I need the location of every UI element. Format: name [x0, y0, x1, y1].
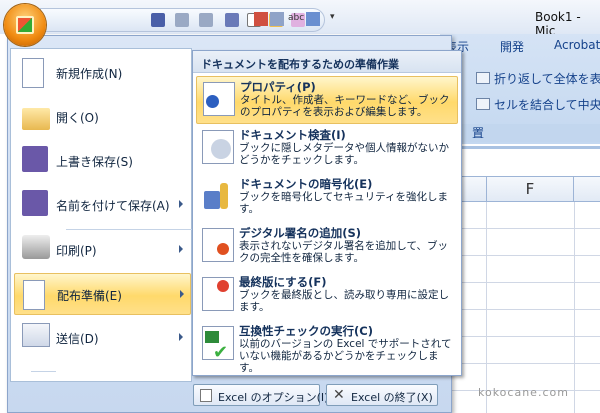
menu-item-label: 配布準備(E)	[57, 289, 122, 303]
sort-icon[interactable]	[306, 12, 320, 26]
submenu-arrow-icon	[179, 333, 183, 341]
submenu-item-encrypt[interactable]: ドキュメントの暗号化(E) ブックを暗号化してセキュリティを強化します。	[196, 174, 458, 222]
watermark: kokocane.com	[478, 386, 569, 399]
open-folder-icon	[22, 108, 50, 130]
tab-developer[interactable]: 開発	[500, 38, 524, 55]
submenu-item-desc: ブックを暗号化してセキュリティを強化します。	[239, 191, 449, 215]
submenu-item-mark-final[interactable]: 最終版にする(F) ブックを最終版とし、読み取り専用に設定します。	[196, 272, 458, 320]
submenu-item-properties[interactable]: プロパティ(P) タイトル、作成者、キーワードなど、ブックのプロパティを表示および…	[196, 76, 458, 124]
submenu-item-desc: 表示されないデジタル署名を追加して、ブックの完全性を確保します。	[239, 240, 448, 264]
column-header-f[interactable]: F	[486, 176, 574, 202]
submenu-item-compatibility[interactable]: ✔ 互換性チェックの実行(C) 以前のバージョンの Excel でサポートされていな…	[196, 321, 458, 374]
submenu-item-title: 最終版にする(F)	[239, 275, 327, 289]
send-icon	[22, 323, 50, 347]
digital-signature-icon	[202, 228, 234, 262]
options-icon	[200, 389, 212, 402]
menu-item-label: 上書き保存(S)	[56, 155, 133, 169]
office-menu-commands: 新規作成(N) 開く(O) 上書き保存(S) 名前を付けて保存(A) 印刷(P)…	[10, 48, 201, 382]
menu-item-label: 新規作成(N)	[56, 67, 123, 81]
menu-item-label: 送信(D)	[56, 332, 99, 346]
submenu-header: ドキュメントを配布するための準備作業	[193, 51, 461, 73]
form-icon[interactable]	[254, 12, 268, 26]
submenu-item-desc: 以前のバージョンの Excel でサポートされていない機能があるかどうかをチェッ…	[239, 338, 452, 374]
encrypt-lock-icon	[202, 179, 234, 213]
button-label: Excel の終了(X)	[351, 391, 433, 404]
prepare-icon	[23, 280, 45, 310]
submenu-item-desc: タイトル、作成者、キーワードなど、ブックのプロパティを表示および編集します。	[240, 94, 450, 118]
menu-item-label: 印刷(P)	[56, 244, 97, 258]
submenu-arrow-icon	[179, 245, 183, 253]
menu-item-new[interactable]: 新規作成(N)	[14, 52, 191, 94]
formula-bar[interactable]	[440, 146, 600, 174]
submenu-item-desc: ブックを最終版とし、読み取り専用に設定します。	[239, 289, 449, 313]
submenu-arrow-icon	[180, 290, 184, 298]
submenu-item-inspect[interactable]: ドキュメント検査(I) ブックに隠しメタデータや個人情報がないかどうかをチェックし…	[196, 125, 458, 173]
office-logo-icon	[16, 16, 34, 34]
inspect-document-icon	[202, 130, 234, 164]
redo-icon[interactable]	[199, 13, 213, 27]
new-document-icon	[22, 58, 44, 88]
merge-center-icon	[476, 98, 490, 110]
properties-icon	[203, 82, 235, 116]
compatibility-check-icon: ✔	[202, 326, 234, 362]
save-as-icon	[22, 190, 48, 216]
submenu-item-title: プロパティ(P)	[240, 80, 316, 94]
menu-item-label: 開く(O)	[56, 111, 99, 125]
wrap-text-icon	[476, 72, 490, 84]
menu-item-label: 名前を付けて保存(A)	[56, 199, 170, 213]
mark-final-icon	[202, 277, 234, 311]
spelling-icon[interactable]: abc	[288, 13, 304, 23]
submenu-arrow-icon	[179, 200, 183, 208]
group-label: 置	[440, 124, 600, 142]
menu-item-prepare[interactable]: 配布準備(E)	[14, 273, 191, 315]
close-icon: ✕	[333, 387, 345, 403]
submenu-item-title: 互換性チェックの実行(C)	[239, 324, 373, 338]
printer-icon	[22, 235, 50, 259]
menu-item-save-as[interactable]: 名前を付けて保存(A)	[14, 184, 191, 226]
merge-center-button[interactable]: セルを結合して中央揃え	[494, 96, 600, 113]
customize-icon[interactable]: ▾	[330, 12, 335, 22]
wrap-text-button[interactable]: 折り返して全体を表示す	[494, 70, 600, 87]
save-icon	[22, 146, 48, 172]
cell-grid[interactable]	[440, 202, 600, 413]
undo-icon[interactable]	[175, 13, 189, 27]
exit-excel-button[interactable]: ✕ Excel の終了(X)	[326, 384, 438, 406]
menu-item-open[interactable]: 開く(O)	[14, 96, 191, 138]
table-icon[interactable]	[270, 12, 284, 26]
menu-item-send[interactable]: 送信(D)	[14, 317, 191, 359]
submenu-item-title: デジタル署名の追加(S)	[239, 226, 362, 240]
excel-options-button[interactable]: Excel のオプション(I)	[193, 384, 328, 406]
save-icon[interactable]	[151, 13, 165, 27]
submenu-item-title: ドキュメントの暗号化(E)	[239, 177, 373, 191]
menu-item-print[interactable]: 印刷(P)	[14, 229, 191, 271]
menu-item-save[interactable]: 上書き保存(S)	[14, 140, 191, 182]
tab-acrobat[interactable]: Acrobat	[554, 38, 600, 52]
separator	[31, 371, 56, 372]
submenu-item-title: ドキュメント検査(I)	[239, 128, 346, 142]
button-label: Excel のオプション(I)	[218, 391, 329, 404]
submenu-item-signature[interactable]: デジタル署名の追加(S) 表示されないデジタル署名を追加して、ブックの完全性を確保…	[196, 223, 458, 271]
submenu-item-desc: ブックに隠しメタデータや個人情報がないかどうかをチェックします。	[239, 142, 449, 166]
office-button[interactable]	[4, 4, 46, 46]
prepare-submenu: ドキュメントを配布するための準備作業 プロパティ(P) タイトル、作成者、キーワー…	[192, 50, 462, 376]
print-preview-icon[interactable]	[225, 13, 239, 27]
